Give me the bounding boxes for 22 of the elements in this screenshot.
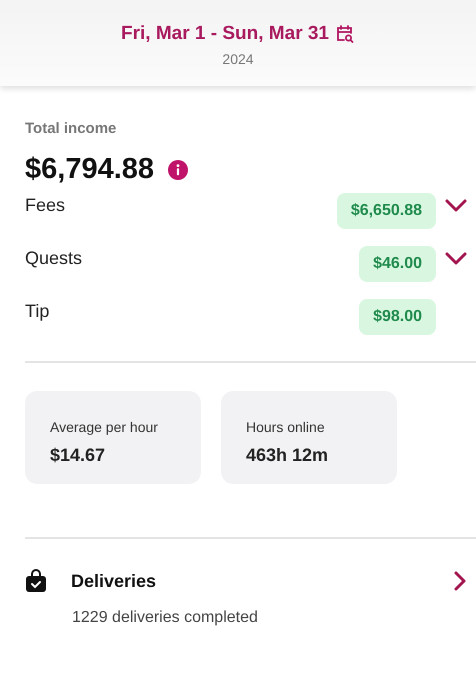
deliveries-title[interactable]: Deliveries — [71, 570, 430, 592]
amount-badge: $46.00 — [359, 246, 436, 282]
stat-value: $14.67 — [50, 445, 106, 466]
year-label: 2024 — [222, 51, 254, 67]
shopping-bag-check-icon — [25, 569, 47, 593]
amount-badge: $6,650.88 — [336, 192, 436, 228]
stat-value: 463h 12m — [246, 445, 330, 466]
chevron-down-icon[interactable] — [445, 198, 467, 212]
date-range[interactable]: Fri, Mar 1 - Sun, Mar 31 — [121, 23, 329, 45]
breakdown-label: Quests — [25, 248, 84, 269]
info-icon[interactable] — [168, 160, 188, 180]
breakdown-label: Tip — [25, 301, 50, 322]
total-amount: $6,794.88 — [25, 153, 154, 186]
deliveries-count: 1229 deliveries completed — [72, 609, 259, 627]
stat-label: Average per hour — [50, 419, 159, 435]
stat-label: Hours online — [246, 419, 326, 435]
breakdown-label: Fees — [25, 195, 66, 216]
amount-badge: $98.00 — [359, 298, 436, 334]
calendar-search-icon[interactable] — [335, 24, 355, 44]
chevron-down-icon[interactable] — [445, 252, 467, 266]
total-income-label: Total income — [25, 120, 118, 137]
chevron-right-icon[interactable] — [454, 571, 466, 591]
